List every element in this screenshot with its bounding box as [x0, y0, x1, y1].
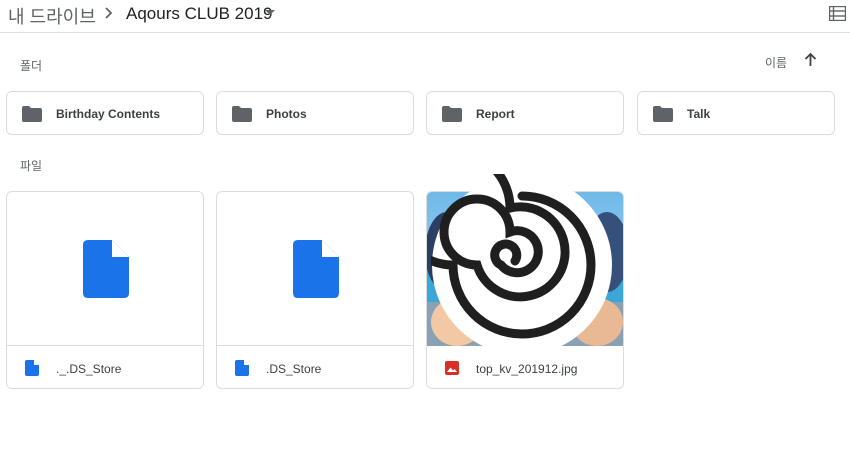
file-preview [217, 192, 413, 346]
files-section-label: 파일 [20, 159, 43, 173]
folder-card[interactable]: Talk [637, 91, 835, 135]
folders-section-label: 폴더 [20, 59, 43, 73]
folder-name: Photos [266, 107, 307, 121]
document-icon [83, 240, 129, 298]
folder-card[interactable]: Photos [216, 91, 414, 135]
file-name: top_kv_201912.jpg [476, 362, 578, 376]
top-bar: 내 드라이브 Aqours CLUB 2019 [0, 0, 850, 33]
breadcrumb-current-folder[interactable]: Aqours CLUB 2019 [126, 4, 272, 24]
file-name: .DS_Store [266, 362, 322, 376]
breadcrumb-root[interactable]: 내 드라이브 [8, 3, 96, 29]
folder-card[interactable]: Birthday Contents [6, 91, 204, 135]
folder-icon [22, 106, 42, 122]
file-name: ._.DS_Store [56, 362, 122, 376]
document-icon [235, 360, 249, 376]
folder-name: Birthday Contents [56, 107, 161, 121]
sort-label[interactable]: 이름 [765, 54, 787, 71]
image-file-icon [445, 361, 459, 375]
folder-card[interactable]: Report [426, 91, 624, 135]
folder-name: Talk [687, 107, 711, 121]
chevron-right-icon [105, 7, 113, 19]
folder-icon [653, 106, 673, 122]
loading-spinner-icon [431, 174, 612, 355]
file-card[interactable]: ._.DS_Store [6, 191, 204, 389]
document-icon [293, 240, 339, 298]
folder-icon [442, 106, 462, 122]
document-icon [25, 360, 39, 376]
caret-down-icon[interactable] [265, 10, 275, 16]
list-view-icon[interactable] [829, 6, 846, 21]
file-card[interactable]: .DS_Store [216, 191, 414, 389]
folder-name: Report [476, 107, 515, 121]
folder-icon [232, 106, 252, 122]
file-preview [7, 192, 203, 346]
arrow-up-icon[interactable] [803, 52, 818, 68]
